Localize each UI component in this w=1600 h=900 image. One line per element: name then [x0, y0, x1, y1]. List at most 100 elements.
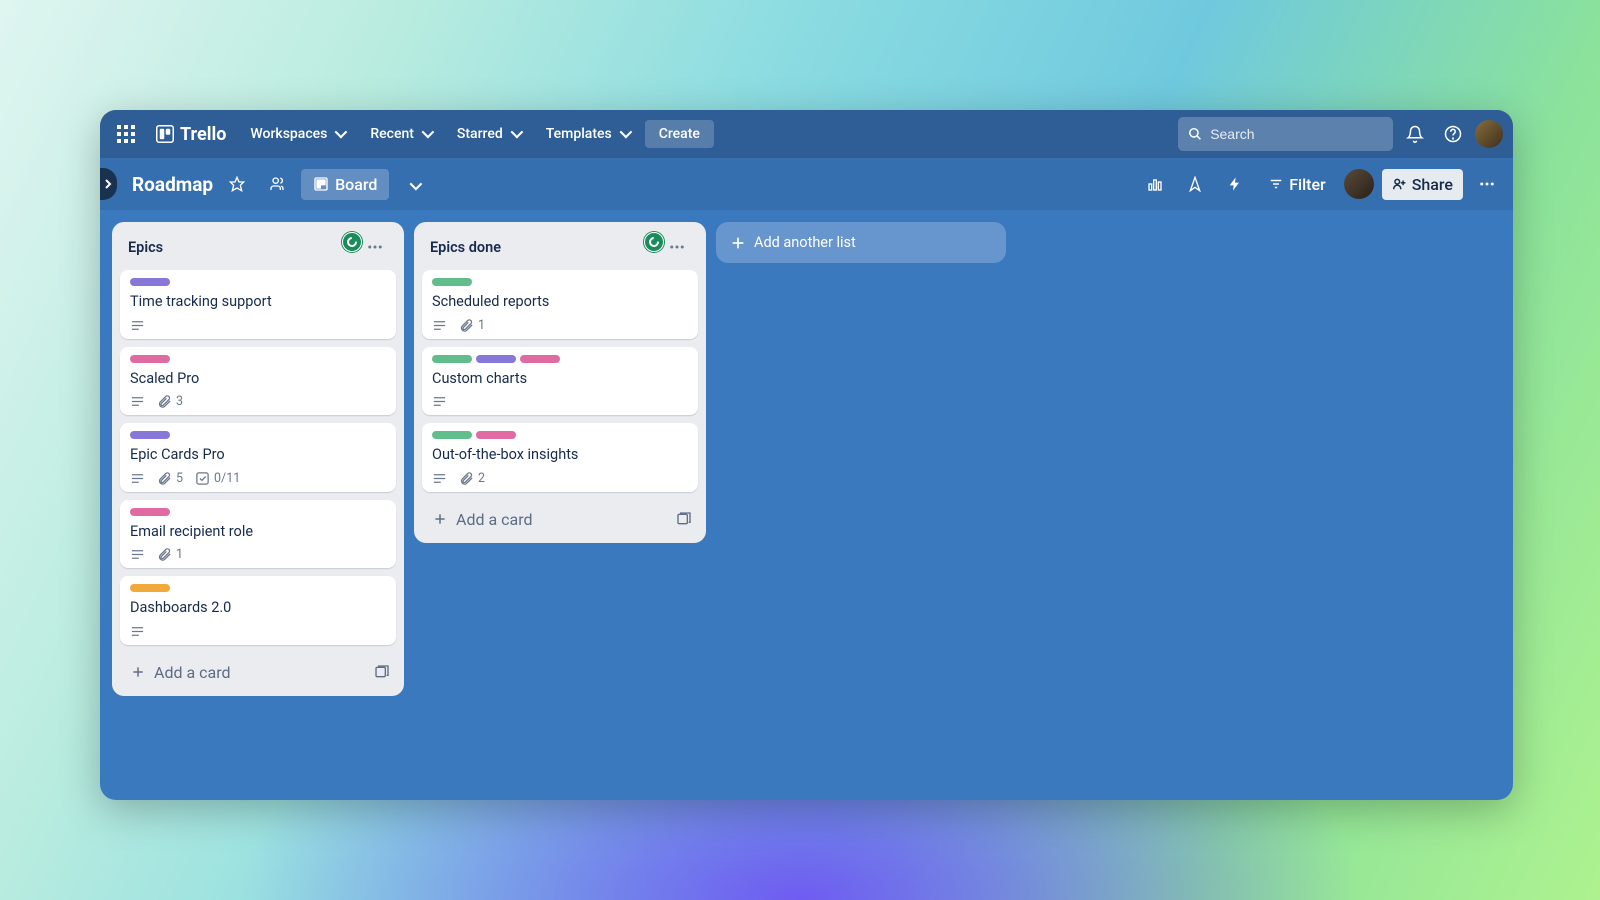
card-title: Dashboards 2.0: [130, 598, 386, 618]
plus-icon: [730, 235, 746, 251]
chevron-down-icon: [333, 126, 344, 142]
add-list-button[interactable]: Add another list: [716, 222, 1006, 263]
view-switcher-board[interactable]: Board: [301, 169, 389, 200]
description-badge: [130, 547, 145, 562]
list: Epics done Scheduled reports 1 Custom chart…: [414, 222, 706, 543]
card-labels: [130, 278, 386, 286]
filter-button[interactable]: Filter: [1259, 169, 1336, 200]
card[interactable]: Time tracking support: [120, 270, 396, 339]
search-input[interactable]: [1210, 126, 1383, 142]
chevron-down-icon: [408, 175, 419, 194]
attachments-badge: 1: [459, 318, 485, 333]
visibility-icon[interactable]: [261, 168, 293, 200]
help-icon[interactable]: [1437, 118, 1469, 150]
card-badges: 1: [130, 547, 386, 562]
card-badges: [130, 624, 386, 639]
attachments-badge: 1: [157, 547, 183, 562]
card-title: Time tracking support: [130, 292, 386, 312]
card[interactable]: Scheduled reports 1: [422, 270, 698, 339]
list: Epics Time tracking support Scaled Pro 3 Epi…: [112, 222, 404, 696]
card-label[interactable]: [432, 355, 472, 363]
nav-templates[interactable]: Templates: [536, 120, 639, 148]
card-labels: [130, 355, 386, 363]
card-label[interactable]: [130, 584, 170, 592]
card-label[interactable]: [476, 431, 516, 439]
card-labels: [130, 584, 386, 592]
card-labels: [130, 431, 386, 439]
search-box[interactable]: [1178, 117, 1393, 151]
card-title: Email recipient role: [130, 522, 386, 542]
star-icon[interactable]: [221, 168, 253, 200]
card-badges: 1: [432, 318, 688, 333]
description-badge: [432, 318, 447, 333]
app-switcher-icon[interactable]: [110, 118, 142, 150]
card-label[interactable]: [130, 431, 170, 439]
card[interactable]: Email recipient role 1: [120, 500, 396, 569]
checklist-badge: 0/11: [195, 471, 240, 486]
list-actions-icon[interactable]: [362, 234, 388, 260]
app-window: Trello Workspaces Recent Starred Templat…: [100, 110, 1513, 800]
grammarly-icon: [644, 232, 664, 252]
card-badges: 2: [432, 471, 688, 486]
card-badges: [432, 394, 688, 409]
card-label[interactable]: [130, 355, 170, 363]
card-label[interactable]: [432, 278, 472, 286]
nav-starred[interactable]: Starred: [447, 120, 530, 148]
add-card-button[interactable]: Add a card: [428, 506, 537, 533]
list-title[interactable]: Epics done: [430, 239, 501, 256]
add-card-row: Add a card: [120, 653, 396, 688]
notifications-icon[interactable]: [1399, 118, 1431, 150]
description-badge: [130, 318, 145, 333]
chevron-down-icon: [509, 126, 520, 142]
card-title: Epic Cards Pro: [130, 445, 386, 465]
description-badge: [130, 471, 145, 486]
description-badge: [432, 471, 447, 486]
powerup-dashboard-icon[interactable]: [1139, 168, 1171, 200]
card-label[interactable]: [476, 355, 516, 363]
board-menu-icon[interactable]: [1471, 168, 1503, 200]
board-title[interactable]: Roadmap: [132, 173, 213, 196]
card-badges: [130, 318, 386, 333]
list-title[interactable]: Epics: [128, 239, 163, 256]
card-template-icon[interactable]: [676, 511, 692, 527]
grammarly-icon: [342, 232, 362, 252]
card-template-icon[interactable]: [374, 664, 390, 680]
card-title: Scheduled reports: [432, 292, 688, 312]
card[interactable]: Epic Cards Pro 50/11: [120, 423, 396, 492]
account-avatar[interactable]: [1475, 120, 1503, 148]
add-card-button[interactable]: Add a card: [126, 659, 235, 686]
card-labels: [432, 431, 688, 439]
card-label[interactable]: [130, 278, 170, 286]
card[interactable]: Dashboards 2.0: [120, 576, 396, 645]
powerup-rocket-icon[interactable]: [1179, 168, 1211, 200]
app-name: Trello: [180, 124, 226, 145]
board-header: Roadmap Board Filter Share: [100, 158, 1513, 210]
card-badges: 3: [130, 394, 386, 409]
card[interactable]: Out-of-the-box insights2: [422, 423, 698, 492]
chevron-down-icon: [420, 126, 431, 142]
description-badge: [130, 394, 145, 409]
board-member-avatar[interactable]: [1344, 169, 1374, 199]
card-label[interactable]: [432, 431, 472, 439]
attachments-badge: 2: [459, 471, 485, 486]
trello-logo[interactable]: Trello: [148, 124, 234, 145]
card-labels: [432, 278, 688, 286]
board-canvas: Epics Time tracking support Scaled Pro 3 Epi…: [100, 210, 1513, 800]
nav-recent[interactable]: Recent: [360, 120, 441, 148]
expand-sidebar-button[interactable]: [100, 168, 117, 200]
card-labels: [130, 508, 386, 516]
card[interactable]: Custom charts: [422, 347, 698, 416]
list-actions-icon[interactable]: [664, 234, 690, 260]
card-label[interactable]: [130, 508, 170, 516]
view-switcher-dropdown[interactable]: [397, 168, 429, 200]
card-title: Scaled Pro: [130, 369, 386, 389]
share-button[interactable]: Share: [1382, 169, 1463, 200]
nav-workspaces[interactable]: Workspaces: [240, 120, 354, 148]
automation-icon[interactable]: [1219, 168, 1251, 200]
create-button[interactable]: Create: [645, 120, 714, 148]
card[interactable]: Scaled Pro 3: [120, 347, 396, 416]
global-topbar: Trello Workspaces Recent Starred Templat…: [100, 110, 1513, 158]
card-badges: 50/11: [130, 471, 386, 486]
add-card-row: Add a card: [422, 500, 698, 535]
card-label[interactable]: [520, 355, 560, 363]
